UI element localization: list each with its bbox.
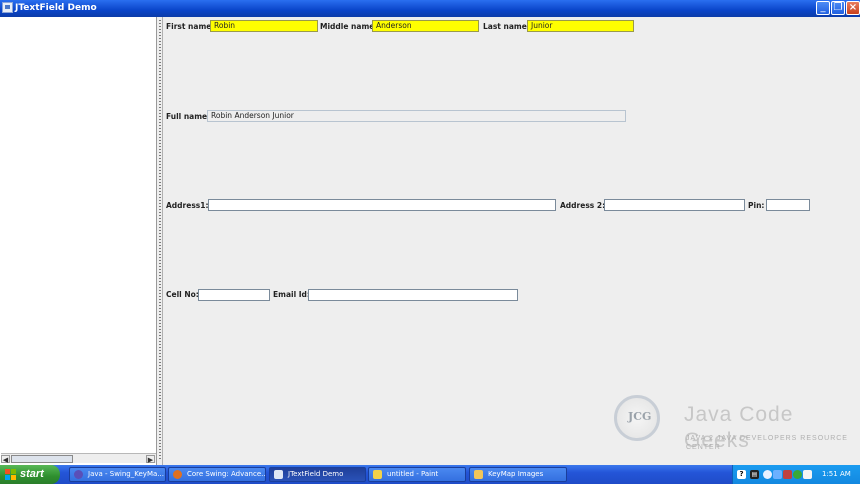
taskbar-item-jtextfield-demo[interactable]: JTextField Demo (269, 467, 366, 482)
network-icon[interactable] (763, 470, 772, 479)
full-name-field: Robin Anderson Junior (207, 110, 626, 122)
pin-label: Pin: (748, 201, 765, 210)
cell-no-label: Cell No: (166, 290, 199, 299)
full-name-label: Full name: (166, 112, 211, 121)
taskbar-item-label: Core Swing: Advance... (187, 470, 266, 478)
first-name-label: First name: (166, 22, 215, 31)
minimize-icon: _ (820, 2, 826, 13)
clock: 1:51 AM (822, 470, 851, 478)
taskbar-item-label: JTextField Demo (288, 470, 344, 478)
update-icon[interactable] (793, 470, 802, 479)
left-panel[interactable] (0, 17, 157, 465)
address1-label: Address1: (166, 201, 209, 210)
windows-logo-icon (5, 469, 16, 480)
folder-icon (474, 470, 483, 479)
address2-field[interactable] (604, 199, 745, 211)
close-button[interactable]: × (846, 1, 860, 15)
watermark-tagline: JAVA 2 JAVA DEVELOPERS RESOURCE CENTER (686, 435, 848, 451)
java-window-icon (274, 470, 283, 479)
scroll-thumb[interactable] (11, 455, 73, 463)
middle-name-label: Middle name: (320, 22, 378, 31)
first-name-field[interactable]: Robin (210, 20, 318, 32)
volume-icon[interactable] (803, 470, 812, 479)
cell-no-field[interactable] (198, 289, 270, 301)
help-icon[interactable]: ? (737, 470, 746, 479)
restore-icon: ❐ (833, 2, 843, 13)
minimize-button[interactable]: _ (816, 1, 830, 15)
paint-icon (373, 470, 382, 479)
scroll-right-arrow-icon[interactable]: ▶ (146, 455, 155, 464)
title-bar[interactable] (0, 0, 860, 17)
close-icon: × (848, 2, 858, 13)
taskbar-item-firefox[interactable]: Core Swing: Advance... (168, 467, 266, 482)
horizontal-scrollbar[interactable]: ◀ ▶ (1, 453, 156, 464)
jcg-logo-text: JCG (628, 410, 652, 423)
keyboard-icon[interactable]: ▤ (750, 470, 759, 479)
monitor-icon[interactable] (773, 470, 782, 479)
firefox-icon (173, 470, 182, 479)
shield-icon[interactable] (783, 470, 792, 479)
last-name-label: Last name: (483, 22, 530, 31)
taskbar-item-label: KeyMap Images (488, 470, 544, 478)
last-name-field[interactable]: Junior (527, 20, 634, 32)
window-title: JTextField Demo (15, 3, 97, 13)
taskbar-item-label: Java - Swing_KeyMa... (88, 470, 164, 478)
java-window-icon[interactable] (2, 2, 13, 13)
email-id-field[interactable] (308, 289, 518, 301)
email-id-label: Email Id: (273, 290, 310, 299)
eclipse-icon (74, 470, 83, 479)
middle-name-field[interactable]: Anderson (372, 20, 479, 32)
taskbar-item-keymap-images[interactable]: KeyMap Images (469, 467, 567, 482)
taskbar-item-eclipse[interactable]: Java - Swing_KeyMa... (69, 467, 166, 482)
scroll-left-arrow-icon[interactable]: ◀ (1, 455, 10, 464)
address1-field[interactable] (208, 199, 556, 211)
pin-field[interactable] (766, 199, 810, 211)
taskbar-item-paint[interactable]: untitled - Paint (368, 467, 466, 482)
address2-label: Address 2: (560, 201, 606, 210)
taskbar-item-label: untitled - Paint (387, 470, 439, 478)
divider-grip (159, 20, 161, 460)
maximize-button[interactable]: ❐ (831, 1, 845, 15)
start-label: start (20, 468, 44, 480)
